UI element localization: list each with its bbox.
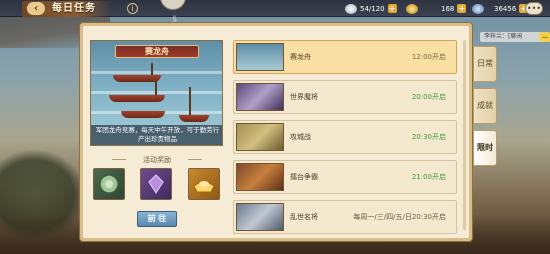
dragon-boat (179, 115, 209, 122)
event-time: 每周一/三/四/五/日20:30开启 (353, 213, 446, 221)
dragon-boat (113, 75, 161, 82)
event-banner: 赛龙舟 (115, 45, 199, 58)
wave (91, 71, 222, 74)
gold-ingot-icon (193, 181, 215, 193)
tab-daily[interactable]: 日常 (473, 46, 497, 82)
boat-mast (155, 81, 157, 95)
list-scrollbar[interactable] (463, 40, 466, 230)
top-bar: ‹ 每日任务 i ╟ 54/120 + 168 + 36456 + (0, 0, 550, 25)
event-description: 军团龙舟竞赛，每天中午开放，可于勤劳行产出珍贵物品 (91, 125, 222, 145)
coin-icon (472, 3, 485, 14)
reward-item[interactable] (93, 168, 125, 200)
dragon-boat (109, 95, 165, 102)
resource-coins: 36456 + (494, 3, 529, 14)
event-time: 20:30开启 (411, 133, 446, 141)
gold-add-button[interactable]: + (457, 4, 467, 13)
boat-mast (189, 87, 191, 117)
jade-token-icon (99, 174, 119, 194)
resource-gold: 168 + (441, 3, 487, 14)
event-name: 攻城战 (290, 133, 311, 141)
event-thumbnail (236, 203, 284, 231)
event-detail-image: 赛龙舟 军团龙舟竞赛，每天中午开放，可于勤劳行产出珍贵物品 (90, 40, 223, 146)
dragon-boat (121, 111, 165, 118)
event-row[interactable]: 攻城战 20:30开启 (233, 120, 457, 154)
event-name: 赛龙舟 (290, 53, 311, 61)
event-thumbnail (236, 163, 284, 191)
event-row[interactable]: 赛龙舟 12:00开启 (233, 40, 457, 74)
coins-value: 36456 (494, 4, 517, 13)
page-title: 每日任务 (52, 3, 96, 14)
event-thumbnail (236, 83, 284, 111)
event-time: 21:00开启 (411, 173, 446, 181)
tab-limited[interactable]: 限时 (473, 130, 497, 166)
back-arrow-icon: ‹ (33, 3, 39, 14)
tab-label: 成就 (477, 101, 493, 110)
chat-preview[interactable]: 李梓兰：[聊闲 (480, 32, 548, 42)
tab-label: 日常 (477, 59, 493, 68)
gold-value: 168 (441, 4, 455, 13)
event-time: 20:00开启 (411, 93, 446, 101)
top-avatar-frame[interactable] (160, 0, 186, 10)
stamina-add-button[interactable]: + (387, 4, 397, 13)
info-icon[interactable]: i (127, 3, 138, 14)
event-time: 12:00开启 (411, 53, 446, 61)
purple-crystal-icon (148, 174, 164, 194)
tab-achievement[interactable]: 成就 (473, 88, 497, 124)
event-thumbnail (236, 123, 284, 151)
back-button[interactable]: ‹ (26, 1, 46, 16)
stamina-value: 54/120 (360, 4, 385, 13)
menu-button[interactable]: ••• (525, 2, 543, 15)
reward-item[interactable] (188, 168, 220, 200)
reward-item[interactable] (140, 168, 172, 200)
chat-bubble-icon[interactable]: … (539, 32, 550, 42)
event-row[interactable]: 擂台争霸 21:00开启 (233, 160, 457, 194)
wave (91, 91, 222, 94)
tab-label: 限时 (477, 143, 493, 152)
event-name: 世界魔将 (290, 93, 318, 101)
event-row[interactable]: 世界魔将 20:00开启 (233, 80, 457, 114)
event-name: 擂台争霸 (290, 173, 318, 181)
boat-mast (151, 63, 153, 75)
event-thumbnail (236, 43, 284, 71)
go-button[interactable]: 前 往 (137, 211, 177, 227)
event-name: 乱世名将 (290, 213, 318, 221)
reward-title: 活动奖励 (112, 155, 202, 165)
resource-gold-ingot (406, 3, 421, 14)
silver-ingot-icon (345, 3, 357, 14)
gold-ingot-icon (406, 3, 418, 14)
resource-stamina: 54/120 + (345, 3, 397, 14)
event-row[interactable]: 乱世名将 每周一/三/四/五/日20:30开启 (233, 200, 457, 234)
